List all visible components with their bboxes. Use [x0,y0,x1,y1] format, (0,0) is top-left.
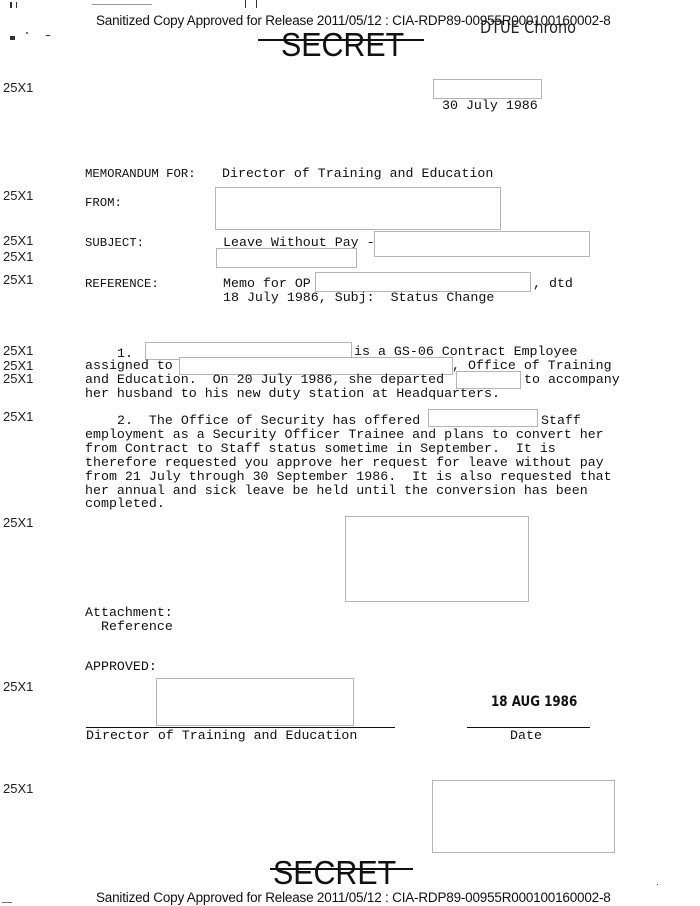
subject-label: SUBJECT: [85,236,145,250]
from-label: FROM: [85,196,122,210]
redaction-box-signature [345,516,529,602]
redaction-box [215,187,501,230]
exemption-mark: 25X1 [3,781,34,796]
memorandum-for-value: Director of Training and Education [222,166,494,181]
paragraph-1-line-3-suffix: to accompany [524,372,620,387]
redaction-box [428,409,538,427]
scan-artifact [26,32,28,34]
scan-artifact [46,35,50,36]
signature-caption: Director of Training and Education [86,728,358,743]
reference-suffix: , dtd [533,276,573,291]
exemption-mark: 25X1 [3,80,34,95]
classification-bottom: SECRET [273,854,397,891]
exemption-mark: 25X1 [3,272,34,287]
paragraph-2-line-1-prefix: 2. The Office of Security has offered [117,413,421,428]
exemption-mark: 25X1 [3,679,34,694]
classification-strikethrough [258,39,424,41]
exemption-mark: 25X1 [3,233,34,248]
redaction-box [432,780,615,853]
paragraph-2-line: completed. [85,496,165,511]
exemption-mark: 25X1 [3,371,34,386]
redaction-box-approver [156,678,354,726]
scan-artifact [16,2,17,8]
reference-label: REFERENCE: [85,277,159,291]
attachment-label: Attachment: [85,605,173,620]
paragraph-1-line-2-prefix: assigned to [85,358,173,373]
scan-artifact [2,902,12,903]
exemption-mark: 25X1 [3,188,34,203]
paragraph-1-line-3-prefix: and Education. On 20 July 1986, she depa… [85,372,445,387]
reference-line-2: 18 July 1986, Subj: Status Change [223,290,495,305]
handwritten-note: DTUE Chrono [480,18,576,38]
redaction-box [433,79,542,99]
scan-artifact [657,884,658,885]
scan-artifact [10,36,15,40]
scan-artifact [256,0,257,8]
scan-artifact [245,0,246,8]
release-line-bottom: Sanitized Copy Approved for Release 2011… [96,890,611,905]
exemption-mark: 25X1 [3,343,34,358]
paragraph-2-line: from Contract to Staff status sometime i… [85,441,556,456]
scan-artifact [92,4,152,5]
classification-strikethrough [270,868,413,870]
redaction-box [315,272,531,292]
exemption-mark: 25X1 [3,409,34,424]
memorandum-for-label: MEMORANDUM FOR: [85,167,196,181]
memo-date: 30 July 1986 [442,98,538,113]
paragraph-2-line-1-suffix: Staff [541,413,581,428]
exemption-mark: 25X1 [3,515,34,530]
date-stamp: 18 AUG 1986 [491,694,578,710]
approved-label: APPROVED: [85,659,157,674]
paragraph-2-line: from 21 July through 30 September 1986. … [85,469,612,484]
attachment-value: Reference [101,619,173,634]
paragraph-2-line: employment as a Security Officer Trainee… [85,427,604,442]
redaction-box [374,231,590,257]
scan-artifact [10,2,12,8]
paragraph-1-line-4: her husband to his new duty station at H… [85,386,500,401]
date-caption: Date [510,728,542,743]
reference-prefix: Memo for OP [223,276,311,291]
classification-top: SECRET [281,26,405,63]
exemption-mark: 25X1 [3,249,34,264]
redaction-box [216,248,357,268]
paragraph-2-line: therefore requested you approve her requ… [85,455,604,470]
